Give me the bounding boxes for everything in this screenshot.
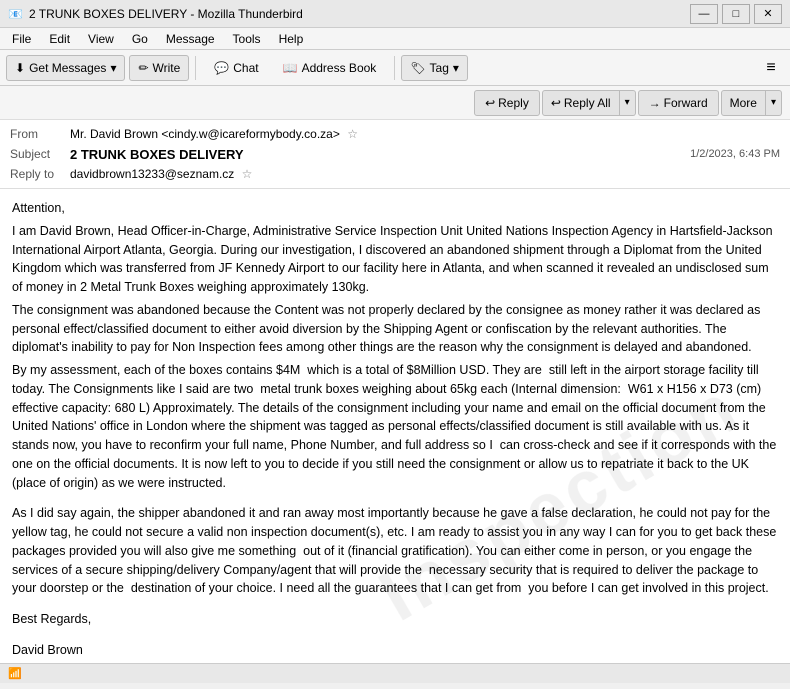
from-email: <cindy.w@icareformybody.co.za> bbox=[161, 127, 339, 141]
reply-icon: ↩ bbox=[485, 96, 495, 110]
tab-address-book[interactable]: 📖 Address Book bbox=[271, 58, 389, 78]
subject-row: Subject 2 TRUNK BOXES DELIVERY 1/2/2023,… bbox=[10, 144, 780, 164]
address-book-icon: 📖 bbox=[283, 61, 298, 75]
write-button[interactable]: ✏ Write bbox=[129, 55, 189, 81]
reply-to-value: davidbrown13233@seznam.cz ☆ bbox=[70, 167, 780, 181]
minimize-button[interactable]: — bbox=[690, 4, 718, 24]
menu-edit[interactable]: Edit bbox=[41, 30, 78, 48]
menubar: File Edit View Go Message Tools Help bbox=[0, 28, 790, 50]
more-dropdown-button[interactable]: ▾ bbox=[766, 90, 782, 116]
more-button[interactable]: More bbox=[721, 90, 766, 116]
hamburger-menu-button[interactable]: ≡ bbox=[758, 55, 784, 81]
tag-button[interactable]: 🏷 Tag ▾ bbox=[401, 55, 468, 81]
tab-area: 💬 Chat 📖 Address Book bbox=[202, 58, 388, 78]
from-row: From Mr. David Brown <cindy.w@icareformy… bbox=[10, 124, 780, 144]
email-body[interactable]: Attention, I am David Brown, Head Office… bbox=[0, 189, 790, 663]
from-star-icon[interactable]: ☆ bbox=[347, 127, 358, 141]
body-paragraph-2: The consignment was abandoned because th… bbox=[12, 301, 778, 357]
from-label: From bbox=[10, 127, 70, 141]
statusbar: 📶 bbox=[0, 663, 790, 683]
address-book-label: Address Book bbox=[302, 61, 377, 75]
menu-help[interactable]: Help bbox=[271, 30, 312, 48]
subject-label: Subject bbox=[10, 147, 70, 161]
body-paragraph-5: Best Regards, bbox=[12, 610, 778, 629]
from-name: Mr. David Brown bbox=[70, 127, 158, 141]
reply-all-label: Reply All bbox=[564, 96, 611, 110]
forward-label: Forward bbox=[664, 96, 708, 110]
toolbar-separator bbox=[195, 56, 196, 80]
more-label: More bbox=[730, 96, 757, 110]
get-messages-button[interactable]: ⬇ Get Messages ▾ bbox=[6, 55, 125, 81]
body-paragraph-6: David Brown bbox=[12, 641, 778, 660]
tag-icon: 🏷 bbox=[410, 61, 425, 75]
reply-all-button[interactable]: ↩ Reply All bbox=[542, 90, 620, 116]
menu-go[interactable]: Go bbox=[124, 30, 156, 48]
reply-all-split: ↩ Reply All ▾ bbox=[542, 90, 636, 116]
email-fields: From Mr. David Brown <cindy.w@icareformy… bbox=[0, 120, 790, 188]
body-paragraph-4: As I did say again, the shipper abandone… bbox=[12, 504, 778, 598]
email-date: 1/2/2023, 6:43 PM bbox=[690, 148, 780, 160]
menu-message[interactable]: Message bbox=[158, 30, 223, 48]
tag-dropdown-icon: ▾ bbox=[453, 61, 459, 75]
get-messages-icon: ⬇ bbox=[15, 61, 25, 75]
window-title: 2 TRUNK BOXES DELIVERY - Mozilla Thunder… bbox=[29, 7, 303, 21]
reply-to-address: davidbrown13233@seznam.cz bbox=[70, 167, 234, 181]
app-icon: 📧 bbox=[8, 7, 23, 21]
titlebar-left: 📧 2 TRUNK BOXES DELIVERY - Mozilla Thund… bbox=[8, 7, 303, 21]
email-header: ↩ Reply ↩ Reply All ▾ → Forward More ▾ F… bbox=[0, 86, 790, 189]
from-value: Mr. David Brown <cindy.w@icareformybody.… bbox=[70, 127, 780, 141]
menu-view[interactable]: View bbox=[80, 30, 122, 48]
chat-icon: 💬 bbox=[214, 61, 229, 75]
body-paragraph-1: I am David Brown, Head Officer-in-Charge… bbox=[12, 222, 778, 297]
titlebar: 📧 2 TRUNK BOXES DELIVERY - Mozilla Thund… bbox=[0, 0, 790, 28]
email-body-container: Inspection Attention, I am David Brown, … bbox=[0, 189, 790, 663]
toolbar-separator-2 bbox=[394, 56, 395, 80]
body-paragraph-3: By my assessment, each of the boxes cont… bbox=[12, 361, 778, 492]
menu-file[interactable]: File bbox=[4, 30, 39, 48]
reply-all-dropdown-button[interactable]: ▾ bbox=[620, 90, 636, 116]
close-button[interactable]: ✕ bbox=[754, 4, 782, 24]
subject-value: 2 TRUNK BOXES DELIVERY bbox=[70, 147, 690, 162]
tab-chat[interactable]: 💬 Chat bbox=[202, 58, 270, 78]
reply-label: Reply bbox=[498, 96, 529, 110]
titlebar-controls: — □ ✕ bbox=[690, 4, 782, 24]
get-messages-dropdown-icon: ▾ bbox=[110, 61, 116, 75]
status-icon: 📶 bbox=[8, 667, 22, 680]
body-paragraph-0: Attention, bbox=[12, 199, 778, 218]
reply-to-row: Reply to davidbrown13233@seznam.cz ☆ bbox=[10, 164, 780, 184]
write-label: Write bbox=[153, 61, 181, 75]
menu-tools[interactable]: Tools bbox=[225, 30, 269, 48]
tag-label: Tag bbox=[430, 61, 449, 75]
body-paragraph-7: Head Officer-in-Charge bbox=[12, 660, 778, 664]
reply-to-star-icon[interactable]: ☆ bbox=[242, 167, 253, 181]
action-bar: ↩ Reply ↩ Reply All ▾ → Forward More ▾ bbox=[0, 86, 790, 120]
more-split: More ▾ bbox=[721, 90, 782, 116]
toolbar: ⬇ Get Messages ▾ ✏ Write 💬 Chat 📖 Addres… bbox=[0, 50, 790, 86]
get-messages-label: Get Messages bbox=[29, 61, 106, 75]
forward-icon: → bbox=[649, 96, 661, 110]
chat-label: Chat bbox=[233, 61, 258, 75]
reply-button[interactable]: ↩ Reply bbox=[474, 90, 540, 116]
write-icon: ✏ bbox=[138, 61, 148, 75]
maximize-button[interactable]: □ bbox=[722, 4, 750, 24]
reply-to-label: Reply to bbox=[10, 167, 70, 181]
email-body-content: Attention, I am David Brown, Head Office… bbox=[12, 199, 778, 663]
reply-all-icon: ↩ bbox=[551, 96, 561, 110]
forward-button[interactable]: → Forward bbox=[638, 90, 719, 116]
